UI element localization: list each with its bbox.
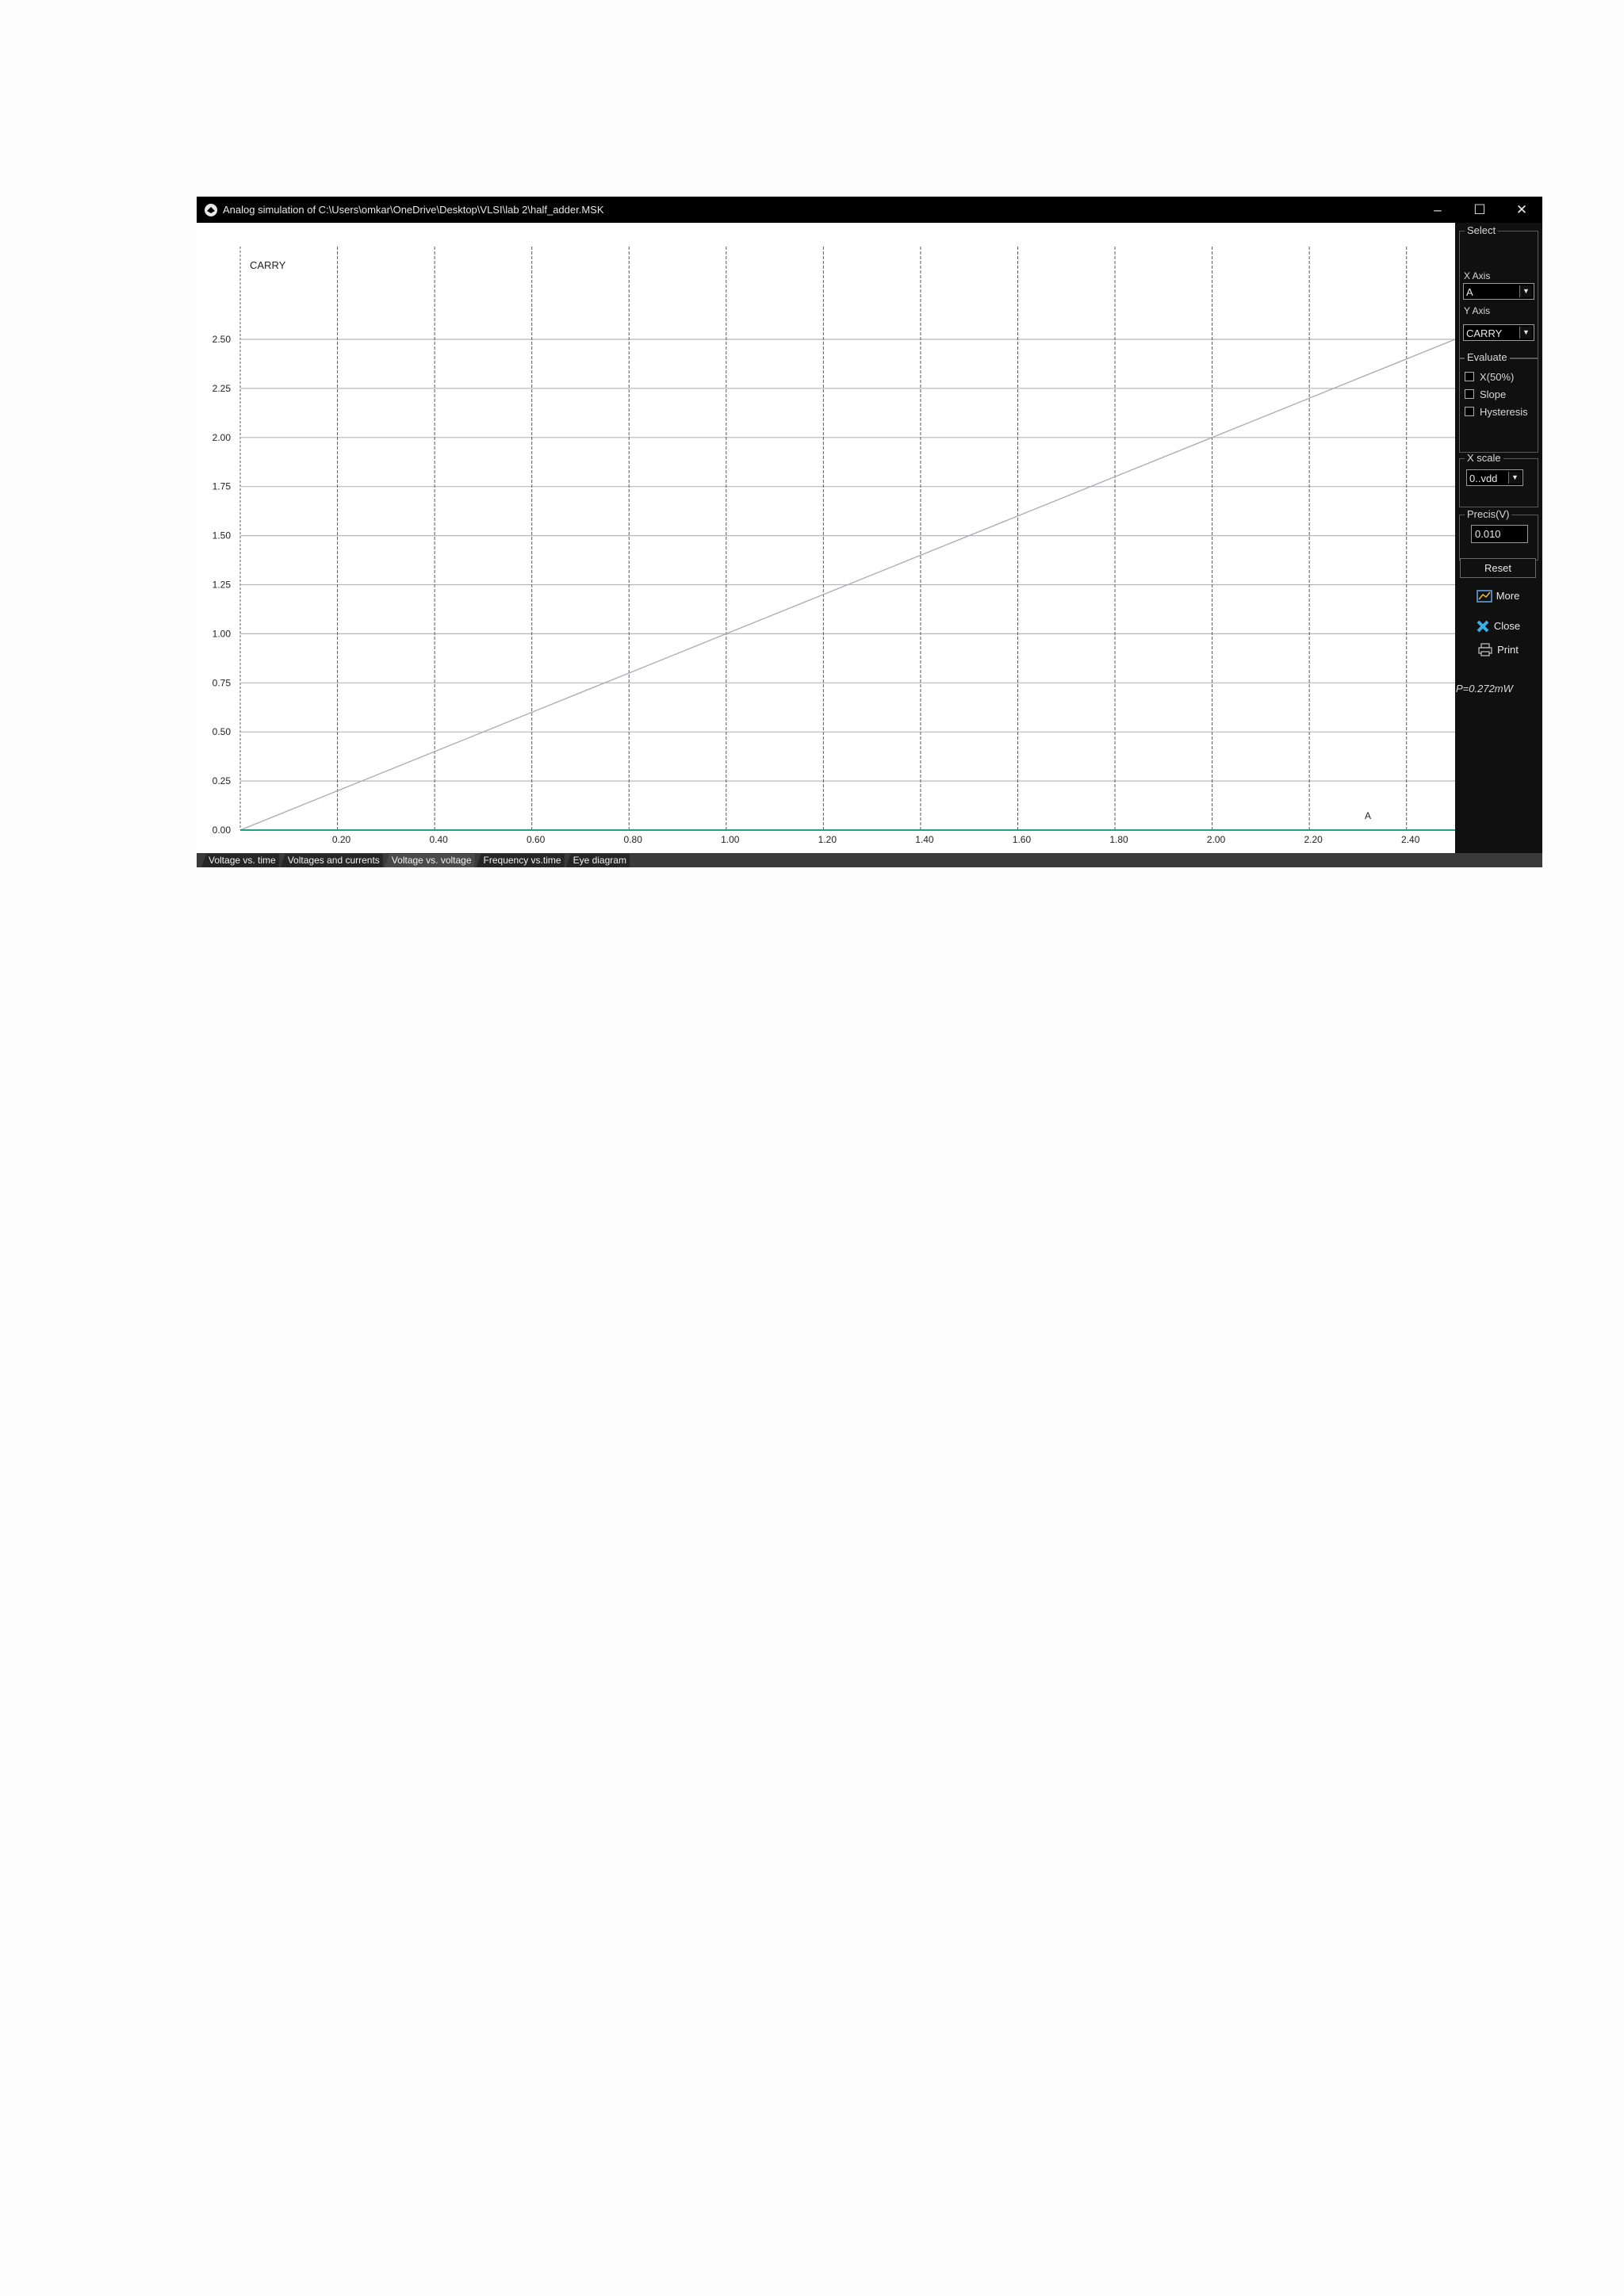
x-scale-select[interactable]: 0..vdd ▼ bbox=[1466, 469, 1523, 486]
checkbox-icon[interactable] bbox=[1465, 372, 1474, 381]
chevron-down-icon[interactable]: ▼ bbox=[1508, 472, 1521, 484]
x-tick-label: 0.40 bbox=[429, 834, 448, 845]
y-tick-label: 0.25 bbox=[213, 775, 232, 786]
y-tick-label: 2.00 bbox=[213, 432, 232, 443]
y-axis-label: Y Axis bbox=[1464, 305, 1491, 316]
chevron-down-icon[interactable]: ▼ bbox=[1519, 285, 1532, 297]
plot-area[interactable]: 0.00 0.25 0.50 0.75 1.00 1.25 1.50 1.75 2.00 2.25… bbox=[197, 223, 1455, 853]
x-tick-label: 2.40 bbox=[1401, 834, 1420, 845]
tab-voltage-vs-time[interactable]: Voltage vs. time bbox=[201, 854, 279, 867]
chevron-down-icon[interactable]: ▼ bbox=[1519, 327, 1532, 339]
y-signal-label: CARRY bbox=[250, 259, 286, 271]
close-window-button[interactable]: ✕ bbox=[1501, 197, 1542, 223]
x50-checkbox[interactable]: X(50%) bbox=[1465, 369, 1514, 384]
chart-icon bbox=[1476, 589, 1492, 603]
voltage-vs-voltage-chart[interactable]: 0.00 0.25 0.50 0.75 1.00 1.25 1.50 1.75 2.00 2.25… bbox=[197, 223, 1455, 853]
x-tick-label: 1.60 bbox=[1013, 834, 1032, 845]
window-title: Analog simulation of C:\Users\omkar\OneD… bbox=[223, 204, 604, 216]
slope-checkbox[interactable]: Slope bbox=[1465, 387, 1506, 401]
close-label: Close bbox=[1493, 620, 1521, 632]
x-tick-label: 2.00 bbox=[1207, 834, 1226, 845]
y-tick-label: 0.50 bbox=[213, 726, 232, 737]
select-legend: Select bbox=[1465, 225, 1499, 236]
hysteresis-label: Hysteresis bbox=[1480, 405, 1528, 418]
more-label: More bbox=[1496, 590, 1520, 602]
x50-label: X(50%) bbox=[1480, 370, 1515, 383]
y-tick-label: 1.00 bbox=[213, 628, 232, 639]
app-icon bbox=[204, 203, 218, 217]
x-axis-label: X Axis bbox=[1464, 270, 1491, 281]
x-icon bbox=[1476, 619, 1490, 633]
minimize-button[interactable]: – bbox=[1417, 197, 1458, 223]
y-tick-label: 1.25 bbox=[213, 580, 232, 591]
x-tick-label: 1.40 bbox=[915, 834, 934, 845]
y-tick-label: 1.75 bbox=[213, 481, 232, 492]
x-axis-value: A bbox=[1466, 286, 1473, 298]
x-tick-label: 0.20 bbox=[332, 834, 351, 845]
x-tick-label: 1.00 bbox=[721, 834, 740, 845]
maximize-button[interactable]: ☐ bbox=[1459, 197, 1500, 223]
analog-simulation-window: Analog simulation of C:\Users\omkar\OneD… bbox=[197, 197, 1542, 867]
x-scale-value: 0..vdd bbox=[1469, 473, 1498, 484]
y-tick-label: 1.50 bbox=[213, 530, 232, 541]
reset-button[interactable]: Reset bbox=[1460, 558, 1536, 578]
power-readout: P=0.272mW bbox=[1456, 683, 1513, 695]
x-tick-label: 1.80 bbox=[1109, 834, 1128, 845]
close-button[interactable]: Close bbox=[1460, 616, 1536, 636]
tab-voltages-and-currents[interactable]: Voltages and currents bbox=[280, 854, 383, 867]
precision-input[interactable]: 0.010 bbox=[1471, 525, 1528, 543]
x-scale-legend: X scale bbox=[1465, 453, 1503, 464]
y-axis-value: CARRY bbox=[1466, 327, 1503, 339]
print-button[interactable]: Print bbox=[1460, 640, 1536, 660]
x-signal-label: A bbox=[1365, 810, 1371, 821]
reset-label: Reset bbox=[1484, 562, 1511, 574]
y-tick-label: 0.00 bbox=[213, 825, 232, 836]
print-label: Print bbox=[1497, 644, 1519, 656]
x-axis-select[interactable]: A ▼ bbox=[1463, 283, 1534, 300]
printer-icon bbox=[1477, 643, 1493, 656]
y-tick-label: 2.50 bbox=[213, 334, 232, 345]
more-button[interactable]: More bbox=[1460, 586, 1536, 606]
x-tick-label: 0.80 bbox=[624, 834, 643, 845]
y-tick-label: 2.25 bbox=[213, 383, 232, 394]
y-tick-label: 0.75 bbox=[213, 677, 232, 688]
tab-frequency-vs-time[interactable]: Frequency vs.time bbox=[476, 854, 565, 867]
checkbox-icon[interactable] bbox=[1465, 389, 1474, 399]
side-panel: Select X Axis A ▼ Y Axis CARRY ▼ Evaluat… bbox=[1455, 223, 1542, 853]
evaluate-legend: Evaluate bbox=[1465, 352, 1510, 363]
x-tick-label: 2.20 bbox=[1304, 834, 1323, 845]
x-tick-label: 0.60 bbox=[527, 834, 546, 845]
precision-legend: Precis(V) bbox=[1465, 509, 1512, 520]
slope-label: Slope bbox=[1480, 388, 1507, 400]
x-tick-label: 1.20 bbox=[818, 834, 837, 845]
y-axis-select[interactable]: CARRY ▼ bbox=[1463, 324, 1534, 341]
checkbox-icon[interactable] bbox=[1465, 407, 1474, 416]
title-bar[interactable]: Analog simulation of C:\Users\omkar\OneD… bbox=[197, 197, 1542, 223]
tab-voltage-vs-voltage[interactable]: Voltage vs. voltage bbox=[384, 854, 475, 867]
tab-eye-diagram[interactable]: Eye diagram bbox=[565, 854, 630, 867]
hysteresis-checkbox[interactable]: Hysteresis bbox=[1465, 404, 1528, 419]
tab-bar: Voltage vs. time Voltages and currents V… bbox=[197, 853, 1542, 867]
